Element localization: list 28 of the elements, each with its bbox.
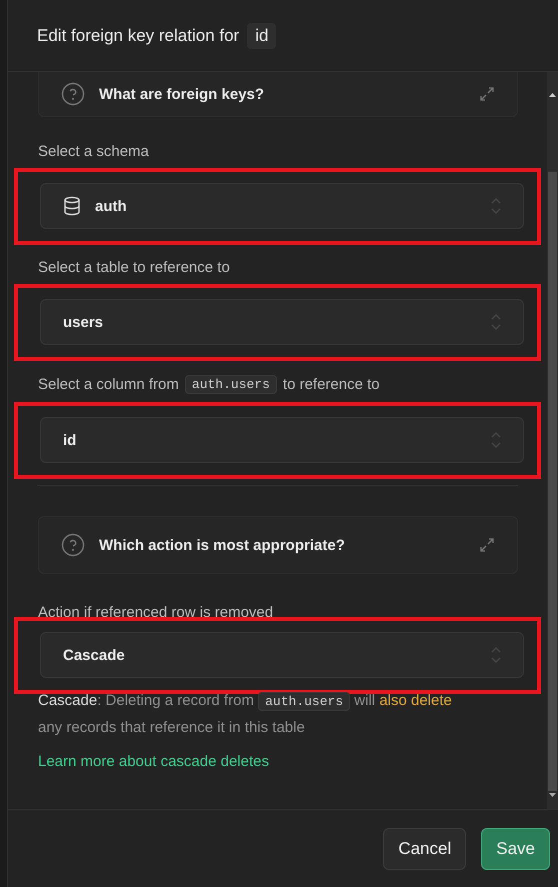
- select-field[interactable]: auth: [40, 183, 524, 229]
- expand-icon: [479, 537, 495, 553]
- field-label: Select a column from: [38, 376, 179, 393]
- chevrons-icon: [491, 312, 501, 332]
- learn-more-link[interactable]: Learn more about cascade deletes: [38, 753, 269, 770]
- help-icon: [61, 82, 85, 106]
- column-name-tag: id: [247, 22, 276, 48]
- help-panel[interactable]: Which action is most appropriate?: [38, 516, 518, 574]
- field-label: to reference to: [282, 376, 380, 393]
- chevrons-icon: [491, 645, 501, 665]
- expand-icon: [479, 86, 495, 102]
- select-field[interactable]: Cascade: [40, 632, 524, 678]
- chevrons-icon: [491, 430, 501, 450]
- action-description: Cascade: Deleting a record from auth.users will also delete any records that reference it in this table: [38, 691, 453, 738]
- save-button[interactable]: Save: [481, 828, 550, 870]
- cancel-button[interactable]: Cancel: [383, 828, 466, 870]
- field-label: Select a schema: [38, 143, 149, 160]
- chevrons-icon: [491, 196, 501, 216]
- code-label: auth.users: [184, 375, 277, 394]
- database-icon: [63, 196, 81, 216]
- field-label: Action if referenced row is removed: [38, 604, 274, 621]
- select-field[interactable]: id: [40, 417, 524, 463]
- select-field[interactable]: users: [40, 299, 524, 345]
- dialog-title: Edit foreign key relation for: [37, 26, 240, 46]
- help-icon: [61, 533, 85, 557]
- help-panel[interactable]: What are foreign keys?: [38, 72, 518, 117]
- field-label: Select a table to reference to: [38, 259, 230, 276]
- scrollbar[interactable]: [547, 72, 558, 809]
